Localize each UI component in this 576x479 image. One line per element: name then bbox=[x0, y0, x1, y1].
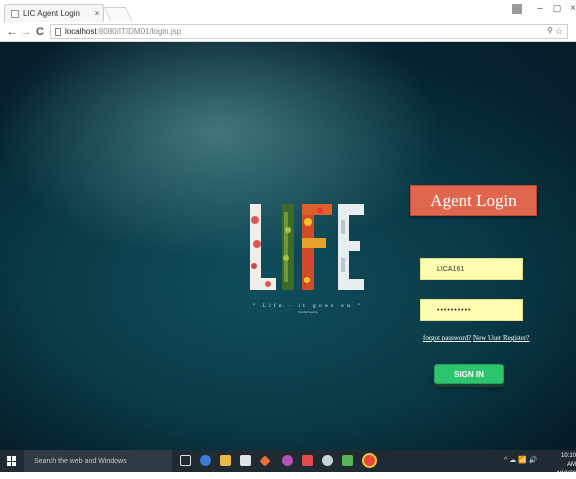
logo-tagline: " Life - it goes on " bbox=[252, 303, 364, 309]
app-icon-three[interactable] bbox=[302, 455, 313, 466]
system-tray[interactable]: ^ ☁ 📶 🔊 bbox=[504, 456, 538, 464]
logo-letter-i bbox=[282, 204, 294, 290]
document-icon bbox=[55, 27, 61, 36]
logo-tagline-author: Rachel Garcia bbox=[298, 310, 318, 314]
tab-strip: LIC Agent Login × – ▢ × bbox=[0, 0, 576, 22]
edge-icon[interactable] bbox=[200, 455, 211, 466]
url-path: :8080/ITIDM01/login.jsp bbox=[96, 27, 182, 36]
logo-letter-e bbox=[338, 204, 364, 290]
logo-letter-l bbox=[250, 204, 276, 290]
windows-logo-icon bbox=[7, 456, 17, 466]
clock-date: 4/19/20 bbox=[555, 471, 576, 477]
app-icon-one[interactable] bbox=[259, 455, 271, 467]
account-links: forgot password? New User Register? bbox=[423, 334, 529, 342]
file-explorer-icon[interactable] bbox=[220, 455, 231, 466]
address-bar[interactable]: localhost:8080/ITIDM01/login.jsp ⚲ ☆ bbox=[50, 24, 568, 39]
clock-time: 10:10 AM bbox=[560, 453, 576, 468]
page-icon bbox=[11, 9, 19, 18]
url-host: localhost bbox=[65, 27, 97, 36]
close-window-icon[interactable]: × bbox=[565, 3, 576, 14]
user-profile-icon[interactable] bbox=[512, 4, 522, 14]
bookmark-star-icon[interactable]: ☆ bbox=[555, 26, 563, 37]
password-input[interactable] bbox=[420, 299, 523, 321]
forward-arrow-icon[interactable]: → bbox=[20, 25, 32, 39]
app-icon-five[interactable] bbox=[342, 455, 353, 466]
taskbar-search[interactable]: Search the web and Windows bbox=[24, 450, 172, 472]
task-view-icon[interactable] bbox=[180, 455, 191, 466]
logo-letter-f bbox=[302, 204, 332, 290]
taskbar-clock[interactable]: 10:10 AM 4/19/20 bbox=[554, 452, 576, 479]
tab-close-icon[interactable]: × bbox=[91, 9, 103, 18]
tab-title: LIC Agent Login bbox=[23, 9, 80, 18]
app-icon-four[interactable] bbox=[322, 455, 333, 466]
agent-login-heading: Agent Login bbox=[410, 185, 537, 216]
new-user-register-link[interactable]: New User Register? bbox=[473, 334, 529, 342]
browser-tab[interactable]: LIC Agent Login × bbox=[4, 4, 104, 22]
forgot-password-link[interactable]: forgot password? bbox=[423, 334, 471, 342]
chrome-icon[interactable] bbox=[364, 455, 375, 466]
back-arrow-icon[interactable]: ← bbox=[6, 25, 18, 39]
taskbar: Search the web and Windows ^ ☁ 📶 🔊 10:10… bbox=[0, 450, 576, 477]
app-icon-two[interactable] bbox=[282, 455, 293, 466]
minimize-icon[interactable]: – bbox=[532, 3, 548, 14]
start-button[interactable] bbox=[0, 450, 24, 472]
new-tab-button[interactable] bbox=[103, 7, 133, 21]
maximize-icon[interactable]: ▢ bbox=[549, 3, 565, 14]
username-input[interactable] bbox=[420, 258, 523, 280]
sign-in-button[interactable]: SIGN IN bbox=[434, 364, 504, 384]
life-logo bbox=[246, 200, 368, 296]
reload-icon[interactable]: C bbox=[34, 25, 46, 39]
key-icon[interactable]: ⚲ bbox=[547, 26, 553, 35]
login-page: " Life - it goes on " Rachel Garcia Agen… bbox=[0, 42, 576, 450]
store-icon[interactable] bbox=[240, 455, 251, 466]
browser-toolbar: ← → C localhost:8080/ITIDM01/login.jsp ⚲… bbox=[0, 22, 576, 42]
life-logo-art bbox=[250, 204, 364, 290]
